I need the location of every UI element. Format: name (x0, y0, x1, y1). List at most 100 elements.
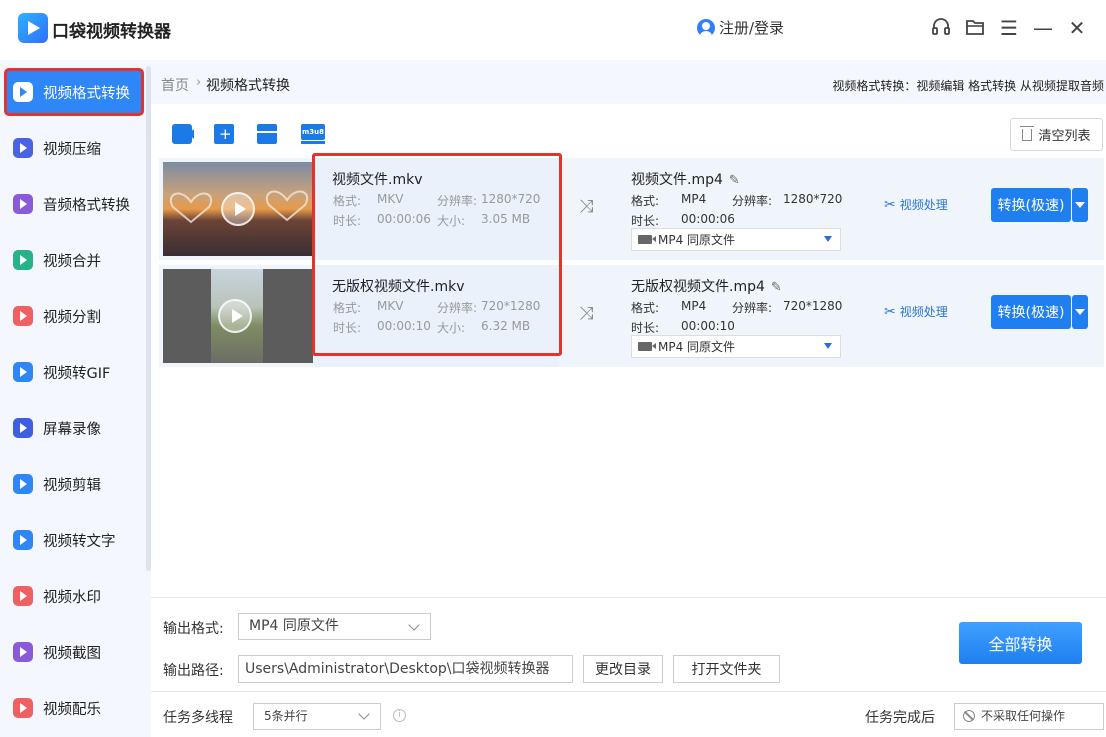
breadcrumb-current: 视频格式转换 (206, 78, 290, 94)
sidebar-item-label: 视频转GIF (43, 365, 111, 382)
play-icon[interactable] (218, 299, 252, 333)
shuffle-icon: ⤨ (579, 196, 594, 217)
sidebar-item[interactable]: 视频压缩 (4, 124, 144, 172)
title-bar: 口袋视频转换器 注册/登录 ☰ — ✕ (0, 0, 1106, 60)
caret-down-icon (824, 343, 832, 349)
sidebar-item[interactable]: 视频截图 (4, 628, 144, 676)
meta-label: 格式: (631, 194, 660, 208)
caret-down-icon (824, 236, 832, 242)
sidebar-item-icon (13, 642, 33, 662)
breadcrumb-separator-icon: › (196, 75, 202, 90)
output-format-select-value: MP4 同原文件 (658, 340, 736, 354)
sidebar-item[interactable]: 视频合并 (4, 236, 144, 284)
sidebar-item-label: 视频剪辑 (43, 477, 101, 494)
after-task-dropdown-value: 不采取任何操作 (981, 709, 1066, 723)
clear-list-label: 清空列表 (1038, 129, 1091, 144)
threads-dropdown[interactable]: 5条并行 (253, 703, 381, 730)
video-process-link[interactable]: ✂ 视频处理 (884, 303, 948, 320)
video-process-label: 视频处理 (899, 198, 948, 212)
sidebar-item-icon (13, 306, 33, 326)
batch-import-icon[interactable] (257, 124, 277, 144)
convert-dropdown-button[interactable] (1072, 188, 1088, 222)
highlight-annotation (312, 153, 562, 356)
output-format-dropdown[interactable]: MP4 同原文件 (238, 613, 431, 640)
open-folder-button[interactable]: 打开文件夹 (673, 655, 780, 683)
sidebar-item-icon (13, 194, 33, 214)
trash-icon (1020, 125, 1035, 141)
sidebar-item[interactable]: 视频配乐 (4, 684, 144, 732)
output-format-dropdown-value: MP4 同原文件 (249, 618, 339, 634)
sidebar-item[interactable]: 视频水印 (4, 572, 144, 620)
output-format-select[interactable]: MP4 同原文件 (631, 228, 841, 251)
output-format: MP4 (681, 192, 707, 206)
sidebar-item[interactable]: 视频转文字 (4, 516, 144, 564)
convert-all-button[interactable]: 全部转换 (959, 622, 1082, 664)
sidebar-item-icon (13, 586, 33, 606)
convert-button[interactable]: 转换(极速) (991, 188, 1071, 222)
file-row[interactable]: 视频文件.mkv 格式: MKV 分辨率: 1280*720 时长: 00:00… (159, 158, 1104, 260)
meta-label: 分辨率: (732, 194, 773, 208)
breadcrumb-home[interactable]: 首页 (161, 75, 189, 95)
sidebar-item[interactable]: 视频分割 (4, 292, 144, 340)
video-process-link[interactable]: ✂ 视频处理 (884, 196, 948, 213)
output-format-select-value: MP4 同原文件 (658, 233, 736, 247)
convert-button[interactable]: 转换(极速) (991, 295, 1071, 329)
menu-icon[interactable]: ☰ (997, 16, 1021, 40)
add-video-icon[interactable] (172, 124, 194, 144)
edit-icon[interactable]: ✎ (729, 173, 740, 188)
app-title: 口袋视频转换器 (52, 22, 171, 42)
camera-icon (638, 235, 656, 244)
output-format: MP4 (681, 299, 707, 313)
login-label: 注册/登录 (719, 19, 785, 37)
change-directory-button[interactable]: 更改目录 (583, 655, 663, 683)
sidebar-item-icon (13, 474, 33, 494)
output-path-field[interactable]: Users\Administrator\Desktop\口袋视频转换器 (238, 655, 573, 683)
video-thumbnail[interactable] (163, 269, 313, 363)
add-folder-icon[interactable] (214, 124, 234, 144)
login-link[interactable]: 注册/登录 (697, 17, 784, 38)
output-file-name[interactable]: 视频文件.mp4 ✎ (631, 169, 740, 189)
output-resolution: 720*1280 (783, 299, 843, 313)
file-row[interactable]: 无版权视频文件.mkv 格式: MKV 分辨率: 720*1280 时长: 00… (159, 265, 1104, 367)
output-format-select[interactable]: MP4 同原文件 (631, 335, 841, 358)
sidebar-item[interactable]: 视频格式转换 (4, 68, 144, 116)
edit-icon[interactable]: ✎ (771, 280, 782, 295)
output-file-name-text: 视频文件.mp4 (631, 172, 723, 188)
m3u8-import-icon[interactable]: m3u8 (301, 124, 325, 140)
app-logo-icon (18, 13, 48, 43)
close-button[interactable]: ✕ (1065, 16, 1089, 40)
play-icon[interactable] (221, 192, 255, 226)
sidebar-item[interactable]: 视频剪辑 (4, 460, 144, 508)
app-window: 口袋视频转换器 注册/登录 ☰ — ✕ 视频格式转换视频压缩音频格式转换视频合并… (0, 0, 1106, 737)
sidebar-item[interactable]: 音频格式转换 (4, 180, 144, 228)
output-file-name[interactable]: 无版权视频文件.mp4 ✎ (631, 276, 782, 296)
sidebar-item-icon (13, 698, 33, 718)
shuffle-icon: ⤨ (579, 303, 594, 324)
sidebar-item-icon (13, 362, 33, 382)
sidebar-item-label: 视频截图 (43, 645, 101, 662)
convert-dropdown-button[interactable] (1072, 295, 1088, 329)
folder-icon[interactable] (963, 16, 987, 40)
clear-list-button[interactable]: 清空列表 (1010, 118, 1103, 151)
after-task-dropdown[interactable]: 不采取任何操作 (954, 703, 1104, 730)
breadcrumb: 首页 › 视频格式转换 视频格式转换：视频编辑 格式转换 从视频提取音频 (151, 60, 1106, 104)
output-resolution: 1280*720 (783, 192, 843, 206)
divider (151, 691, 1106, 692)
camera-icon (638, 342, 656, 351)
feature-tip: 视频格式转换：视频编辑 格式转换 从视频提取音频 (832, 79, 1104, 93)
sidebar-item-label: 视频合并 (43, 253, 101, 270)
sidebar-item-label: 屏幕录像 (43, 421, 101, 438)
output-duration: 00:00:06 (681, 212, 735, 226)
sidebar-scrollbar[interactable] (146, 66, 151, 571)
output-file-name-text: 无版权视频文件.mp4 (631, 279, 765, 295)
meta-label: 时长: (631, 321, 660, 335)
sidebar-item[interactable]: 屏幕录像 (4, 404, 144, 452)
headset-icon[interactable] (929, 16, 953, 40)
info-icon[interactable]: i (393, 709, 406, 722)
sidebar-item-icon (13, 138, 33, 158)
sidebar-item-label: 视频压缩 (43, 141, 101, 158)
sidebar-item-label: 视频分割 (43, 309, 101, 326)
sidebar-item[interactable]: 视频转GIF (4, 348, 144, 396)
minimize-button[interactable]: — (1031, 16, 1055, 40)
video-thumbnail[interactable] (163, 162, 313, 256)
